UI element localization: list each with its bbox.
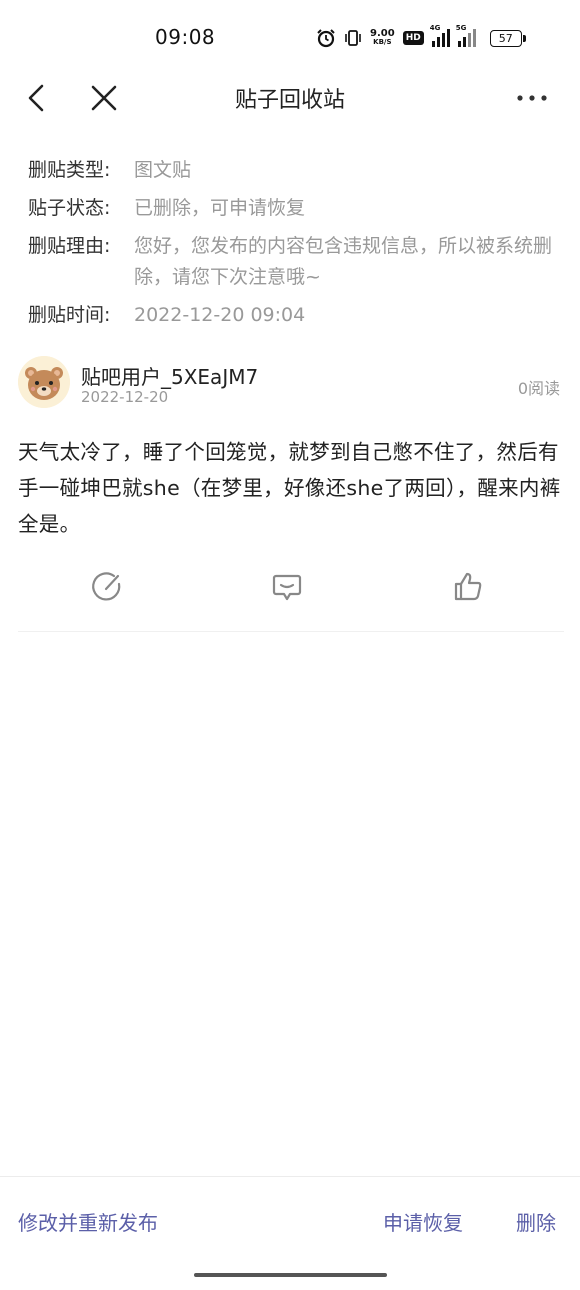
net-speed: 9.00 KB/S (370, 29, 395, 47)
info-label: 删贴时间: (28, 304, 111, 326)
post-content: 天气太冷了，睡了个回笼觉，就梦到自己憋不住了，然后有手一碰坤巴就she（在梦里，… (18, 440, 561, 536)
signal-5g-tag: 5G (455, 24, 467, 32)
alarm-clock-icon (317, 29, 335, 48)
info-row-type: 删贴类型: 图文贴 (28, 155, 564, 186)
bottom-action-bar: 修改并重新发布 申请恢复 删除 (0, 1176, 580, 1290)
comment-icon[interactable] (270, 570, 304, 604)
info-row-reason: 删贴理由: 您好，您发布的内容包含违规信息，所以被系统删除，请您下次注意哦~ (28, 231, 564, 293)
net-speed-value: 9.00 (370, 28, 395, 39)
info-label: 删贴类型: (28, 159, 111, 181)
divider (18, 631, 564, 632)
signal-5g-icon: 5G (456, 24, 476, 47)
edit-republish-button[interactable]: 修改并重新发布 (18, 1207, 158, 1236)
status-time: 09:08 (155, 25, 216, 49)
info-label: 贴子状态: (28, 197, 111, 219)
post-header: 贴吧用户_5XEaJM7 2022-12-20 0阅读 (18, 356, 564, 412)
request-restore-button[interactable]: 申请恢复 (383, 1207, 463, 1236)
post-actions (0, 568, 580, 612)
info-row-status: 贴子状态: 已删除，可申请恢复 (28, 193, 564, 224)
edit-icon[interactable] (90, 570, 124, 604)
back-arrow-icon[interactable] (24, 82, 52, 114)
status-bar: 09:08 9.00 KB/S HD 4G 5G 57 (0, 0, 580, 76)
close-icon[interactable] (89, 83, 119, 113)
battery-icon: 57 (489, 29, 526, 47)
status-icons: 9.00 KB/S HD 4G 5G 57 (316, 24, 526, 50)
info-label: 删贴理由: (28, 235, 111, 257)
signal-4g-tag: 4G (429, 24, 441, 32)
delete-button[interactable]: 删除 (516, 1207, 556, 1236)
info-value: 已删除，可申请恢复 (134, 197, 306, 219)
read-count: 0阅读 (517, 379, 560, 398)
info-row-time: 删贴时间: 2022-12-20 09:04 (28, 300, 564, 331)
user-name[interactable]: 贴吧用户_5XEaJM7 (81, 361, 258, 390)
deletion-info: 删贴类型: 图文贴 贴子状态: 已删除，可申请恢复 删贴理由: 您好，您发布的内… (28, 155, 564, 338)
hd-badge: HD (402, 31, 424, 45)
home-indicator[interactable] (194, 1273, 387, 1277)
vibrate-icon (345, 30, 361, 46)
avatar[interactable] (18, 356, 70, 408)
more-options-icon[interactable] (512, 88, 552, 108)
info-value: 2022-12-20 09:04 (134, 304, 306, 326)
info-value: 您好，您发布的内容包含违规信息，所以被系统删除，请您下次注意哦~ (134, 235, 553, 288)
page-title: 贴子回收站 (234, 88, 345, 113)
nav-bar: 贴子回收站 (0, 70, 580, 126)
thumbs-up-icon[interactable] (451, 570, 485, 604)
net-speed-unit: KB/S (373, 38, 392, 46)
signal-4g-icon: 4G (430, 24, 450, 47)
post-date: 2022-12-20 (81, 388, 169, 406)
info-value: 图文贴 (134, 159, 192, 181)
